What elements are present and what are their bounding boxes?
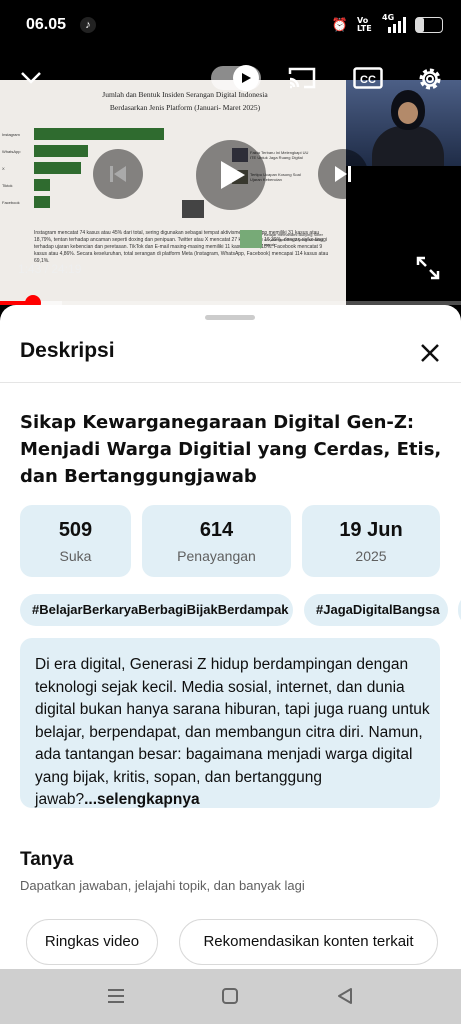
description-box[interactable]: Di era digital, Generasi Z hidup berdamp… xyxy=(20,638,440,808)
captions-icon[interactable]: CC xyxy=(352,64,384,92)
close-icon[interactable] xyxy=(414,337,446,369)
stat-date: 19 Jun 2025 xyxy=(302,505,440,577)
slide-chart-label: X xyxy=(2,166,5,171)
time-readout: 1:43 / 24:19 xyxy=(18,262,81,276)
summarize-video-chip[interactable]: Ringkas video xyxy=(26,919,158,965)
slide-title-line1: Jumlah dan Bentuk Insiden Serangan Digit… xyxy=(102,90,268,99)
stat-value: 19 Jun xyxy=(339,519,403,541)
alarm-icon: ⏰ xyxy=(331,17,348,33)
recommend-content-chip[interactable]: Rekomendasikan konten terkait xyxy=(179,919,438,965)
autoplay-toggle[interactable] xyxy=(211,65,261,91)
sheet-title: Deskripsi xyxy=(20,339,115,362)
slide-chart-label: WhatsApp xyxy=(2,149,21,154)
settings-gear-icon[interactable] xyxy=(414,63,446,95)
ask-section-title: Tanya xyxy=(20,849,74,870)
system-navigation-bar xyxy=(0,969,461,1024)
battery-level: 31 xyxy=(423,19,435,30)
slide-chart-label: Instagram xyxy=(2,132,20,137)
stat-value: 614 xyxy=(199,519,234,541)
stat-label: Suka xyxy=(59,548,92,564)
signal-icon: 4G xyxy=(382,13,406,33)
status-icons: ⏰ Vo LTE 4G 31 xyxy=(331,13,443,36)
video-title: Sikap Kewarganegaraan Digital Gen-Z: Men… xyxy=(20,412,442,487)
recents-menu-icon[interactable] xyxy=(101,981,131,1011)
slide-thumbnail xyxy=(182,200,204,218)
slide-chart-label: Facebook xyxy=(2,200,20,205)
stat-views: 614 Penayangan xyxy=(142,505,291,577)
stat-label: Penayangan xyxy=(177,548,256,564)
ask-section-subtitle: Dapatkan jawaban, jelajahi topik, dan ba… xyxy=(20,878,305,893)
description-body: Di era digital, Generasi Z hidup berdamp… xyxy=(35,656,430,808)
play-button[interactable] xyxy=(196,140,266,210)
elapsed-time: 1:43 xyxy=(18,262,42,276)
slide-chart-bar xyxy=(34,196,50,208)
home-square-icon[interactable] xyxy=(215,981,245,1011)
hashtag-chip[interactable]: #BelajarBerkaryaBerbagiBijakBerdampak xyxy=(20,594,293,626)
show-more-link[interactable]: ...selengkapnya xyxy=(84,791,199,808)
video-player[interactable]: Jumlah dan Bentuk Insiden Serangan Digit… xyxy=(0,52,461,305)
next-video-icon[interactable] xyxy=(318,149,368,199)
slide-thumbnail xyxy=(240,230,262,248)
tiktok-notification-icon: ♪ xyxy=(80,17,96,33)
previous-video-icon[interactable] xyxy=(93,149,143,199)
cast-icon[interactable] xyxy=(286,64,318,92)
slide-chart-label: Tiktok xyxy=(2,183,13,188)
slide-title: Jumlah dan Bentuk Insiden Serangan Digit… xyxy=(60,88,310,114)
sheet-drag-handle[interactable] xyxy=(205,315,255,320)
slide-title-line2: Berdasarkan Jenis Platform (Januari- Mar… xyxy=(109,103,261,112)
status-time: 06.05 xyxy=(26,16,67,33)
description-sheet: Deskripsi Sikap Kewarganegaraan Digital … xyxy=(0,305,461,969)
slide-chart-bar xyxy=(34,162,82,174)
stat-likes: 509 Suka xyxy=(20,505,131,577)
back-triangle-icon[interactable] xyxy=(330,981,360,1011)
svg-text:CC: CC xyxy=(360,74,376,86)
stat-label: 2025 xyxy=(355,548,387,564)
stat-value: 509 xyxy=(58,519,93,541)
slide-note: Belajar memahami Bullying Siber di Kalan… xyxy=(264,232,324,247)
duration-time: 24:19 xyxy=(51,262,82,276)
fullscreen-icon[interactable] xyxy=(412,252,444,284)
slide-chart-bar xyxy=(34,179,50,191)
status-bar: 06.05 ♪ ⏰ Vo LTE 4G 31 xyxy=(0,0,461,52)
description-text: Di era digital, Generasi Z hidup berdamp… xyxy=(35,654,431,812)
hashtag-chip[interactable]: #JagaDigitalBangsa xyxy=(304,594,448,626)
volte-indicator: Vo LTE xyxy=(357,16,372,33)
slide-chart-bar xyxy=(34,145,89,157)
divider xyxy=(0,382,461,383)
time-separator: / xyxy=(41,262,52,276)
battery-icon: 31 xyxy=(415,17,443,33)
autoplay-play-icon xyxy=(233,65,259,91)
slide-chart-bar xyxy=(34,128,164,140)
collapse-chevron-icon[interactable] xyxy=(16,64,46,92)
